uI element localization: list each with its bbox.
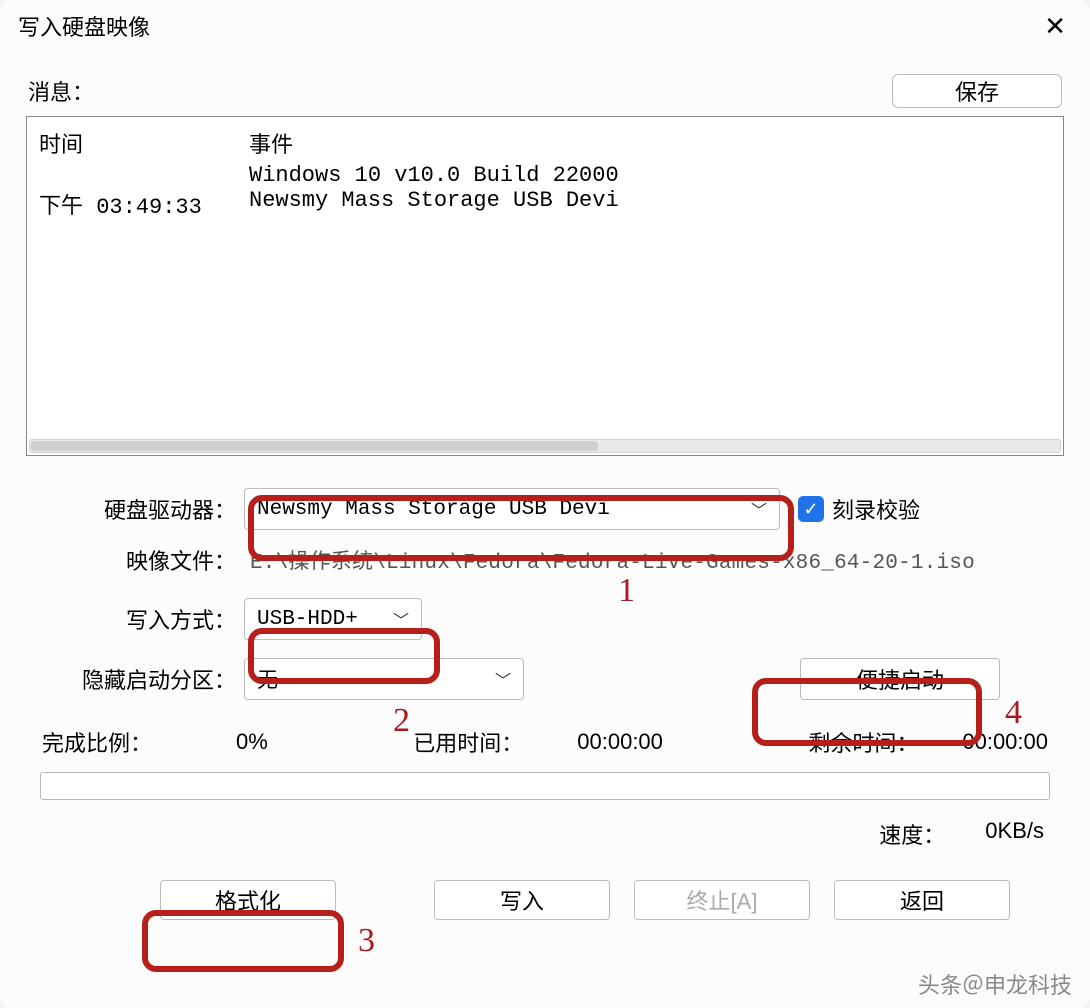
quick-boot-button[interactable]: 便捷启动: [800, 658, 1000, 700]
dialog-window: 写入硬盘映像 ✕ 消息： 保存 时间 事件 Windows 10 v10.0 B…: [0, 0, 1090, 1008]
done-label: 完成比例：: [42, 726, 152, 758]
action-button-row: 格式化 写入 终止[A] 返回: [20, 880, 1070, 920]
elapsed-label: 已用时间：: [413, 726, 523, 758]
verify-label: 刻录校验: [832, 493, 920, 525]
drive-select[interactable]: Newsmy Mass Storage USB Devi ﹀: [244, 488, 780, 530]
write-method-row: 写入方式： USB-HDD+ ﹀: [34, 598, 1056, 640]
log-row: Windows 10 v10.0 Build 22000: [39, 163, 1051, 188]
window-title: 写入硬盘映像: [18, 10, 150, 42]
log-header-event: 事件: [249, 127, 293, 159]
log-box: 时间 事件 Windows 10 v10.0 Build 22000 下午 03…: [26, 116, 1064, 456]
hide-boot-label: 隐藏启动分区：: [34, 663, 244, 695]
verify-checkbox-wrap[interactable]: ✓ 刻录校验: [798, 493, 920, 525]
log-header-time: 时间: [39, 127, 249, 159]
log-row: 下午 03:49:33 Newsmy Mass Storage USB Devi: [39, 188, 1051, 220]
scrollbar-thumb[interactable]: [31, 441, 598, 451]
image-row: 映像文件： E:\操作系统\Linux\Fedora\Fedora-Live-G…: [34, 544, 1056, 576]
remain-label: 剩余时间：: [808, 726, 918, 758]
save-button[interactable]: 保存: [892, 74, 1062, 108]
log-body: Windows 10 v10.0 Build 22000 下午 03:49:33…: [39, 163, 1051, 220]
done-value: 0%: [236, 729, 268, 755]
log-event: Windows 10 v10.0 Build 22000: [249, 163, 619, 188]
checkbox-checked-icon[interactable]: ✓: [798, 496, 824, 522]
format-button[interactable]: 格式化: [160, 880, 336, 920]
drive-label: 硬盘驱动器：: [34, 493, 244, 525]
speed-value: 0KB/s: [985, 818, 1044, 850]
watermark-text: 头条＠申龙科技: [918, 968, 1072, 1000]
image-label: 映像文件：: [34, 544, 244, 576]
remain-value: 00:00:00: [962, 729, 1048, 755]
write-button[interactable]: 写入: [434, 880, 610, 920]
chevron-down-icon: ﹀: [393, 607, 409, 631]
image-path: E:\操作系统\Linux\Fedora\Fedora-Live-Games-x…: [244, 545, 975, 575]
progress-info-row: 完成比例： 0% 已用时间： 00:00:00 剩余时间： 00:00:00: [20, 726, 1070, 758]
log-time: [39, 163, 249, 188]
write-method-select[interactable]: USB-HDD+ ﹀: [244, 598, 422, 640]
horizontal-scrollbar[interactable]: [29, 439, 1061, 453]
drive-value: Newsmy Mass Storage USB Devi: [257, 498, 610, 521]
elapsed-value: 00:00:00: [577, 729, 663, 755]
log-time: 下午 03:49:33: [39, 188, 249, 220]
form-area: 硬盘驱动器： Newsmy Mass Storage USB Devi ﹀ ✓ …: [20, 474, 1070, 708]
write-method-value: USB-HDD+: [257, 608, 358, 631]
message-header-row: 消息： 保存: [28, 74, 1062, 108]
speed-label: 速度：: [879, 818, 945, 850]
log-event: Newsmy Mass Storage USB Devi: [249, 188, 619, 220]
stop-button[interactable]: 终止[A]: [634, 880, 810, 920]
message-label: 消息：: [28, 75, 94, 107]
chevron-down-icon: ﹀: [495, 667, 511, 691]
back-button[interactable]: 返回: [834, 880, 1010, 920]
content-area: 消息： 保存 时间 事件 Windows 10 v10.0 Build 2200…: [0, 48, 1090, 1008]
log-headers: 时间 事件: [39, 127, 1051, 159]
hide-boot-value: 无: [257, 664, 278, 694]
hide-boot-select[interactable]: 无 ﹀: [244, 658, 524, 700]
close-icon[interactable]: ✕: [1038, 13, 1072, 39]
drive-row: 硬盘驱动器： Newsmy Mass Storage USB Devi ﹀ ✓ …: [34, 488, 1056, 530]
hide-boot-row: 隐藏启动分区： 无 ﹀ 便捷启动: [34, 658, 1056, 700]
titlebar: 写入硬盘映像 ✕: [0, 0, 1090, 48]
speed-row: 速度： 0KB/s: [20, 818, 1044, 850]
write-method-label: 写入方式：: [34, 603, 244, 635]
chevron-down-icon: ﹀: [751, 497, 767, 521]
progress-bar: [40, 772, 1050, 800]
